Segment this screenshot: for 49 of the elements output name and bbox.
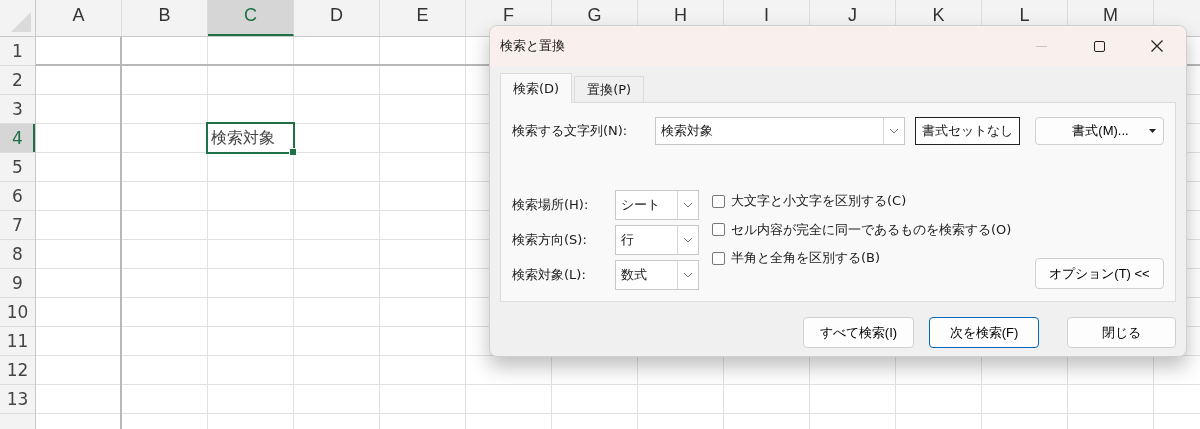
row-header[interactable]: 12 [0,356,35,385]
row-header[interactable]: 8 [0,240,35,269]
row-header[interactable]: 9 [0,269,35,298]
dialog-button[interactable]: 次を検索(F) [929,317,1039,348]
options-button[interactable]: オプション(T) << [1035,258,1164,289]
row-header[interactable]: 5 [0,153,35,182]
format-button[interactable]: 書式(M)... [1035,117,1164,145]
chevron-down-icon [683,201,693,208]
close-icon[interactable] [1151,40,1163,52]
format-preview: 書式セットなし [915,117,1020,145]
column-header[interactable]: C [208,0,294,36]
row-header[interactable]: 2 [0,66,35,95]
field-label: 検索する文字列(N): [512,122,629,140]
checkbox[interactable] [712,251,725,265]
search-combo-box[interactable]: 検索対象 [655,117,905,145]
row-header[interactable]: 6 [0,182,35,211]
checkbox[interactable] [712,223,725,237]
field-label: 検索場所(H): [512,195,590,214]
dropdown[interactable]: シート [615,189,699,220]
column-header[interactable]: D [294,0,380,36]
row-header[interactable]: 7 [0,211,35,240]
dropdown[interactable]: 数式 [615,259,699,290]
dialog-button[interactable]: 閉じる [1067,317,1176,348]
row-header[interactable]: 1 [0,37,35,66]
field-label: 検索対象(L): [512,265,587,284]
chevron-down-icon [683,271,693,278]
dropdown[interactable]: 行 [615,224,699,255]
tab[interactable]: 検索(D) [500,73,573,103]
tab[interactable]: 置換(P) [574,76,645,102]
active-cell[interactable]: 検索対象 [206,122,295,154]
checkbox-label[interactable]: 半角と全角を区別する(B) [731,249,881,268]
row-header[interactable]: 11 [0,327,35,356]
checkbox-label[interactable]: セル内容が完全に同一であるものを検索する(O) [731,220,1012,239]
row-header[interactable]: 10 [0,298,35,327]
row-header[interactable]: 4 [0,124,35,153]
chevron-down-icon [683,236,693,243]
window-title: 検索と置換 [500,37,566,55]
checkbox-label[interactable]: 大文字と小文字を区別する(C) [731,192,907,211]
triangle-icon [11,12,31,32]
maximize-icon[interactable] [1093,40,1105,52]
caret-icon [1149,129,1156,133]
checkbox[interactable] [712,194,725,208]
column-header[interactable]: A [36,0,122,36]
field-label: 検索方向(S): [512,230,588,249]
chevron-down-icon [889,128,899,134]
fill-handle[interactable] [289,148,297,156]
row-header[interactable]: 13 [0,385,35,414]
column-header[interactable]: E [380,0,466,36]
dialog-button[interactable]: すべて検索(I) [803,317,914,348]
